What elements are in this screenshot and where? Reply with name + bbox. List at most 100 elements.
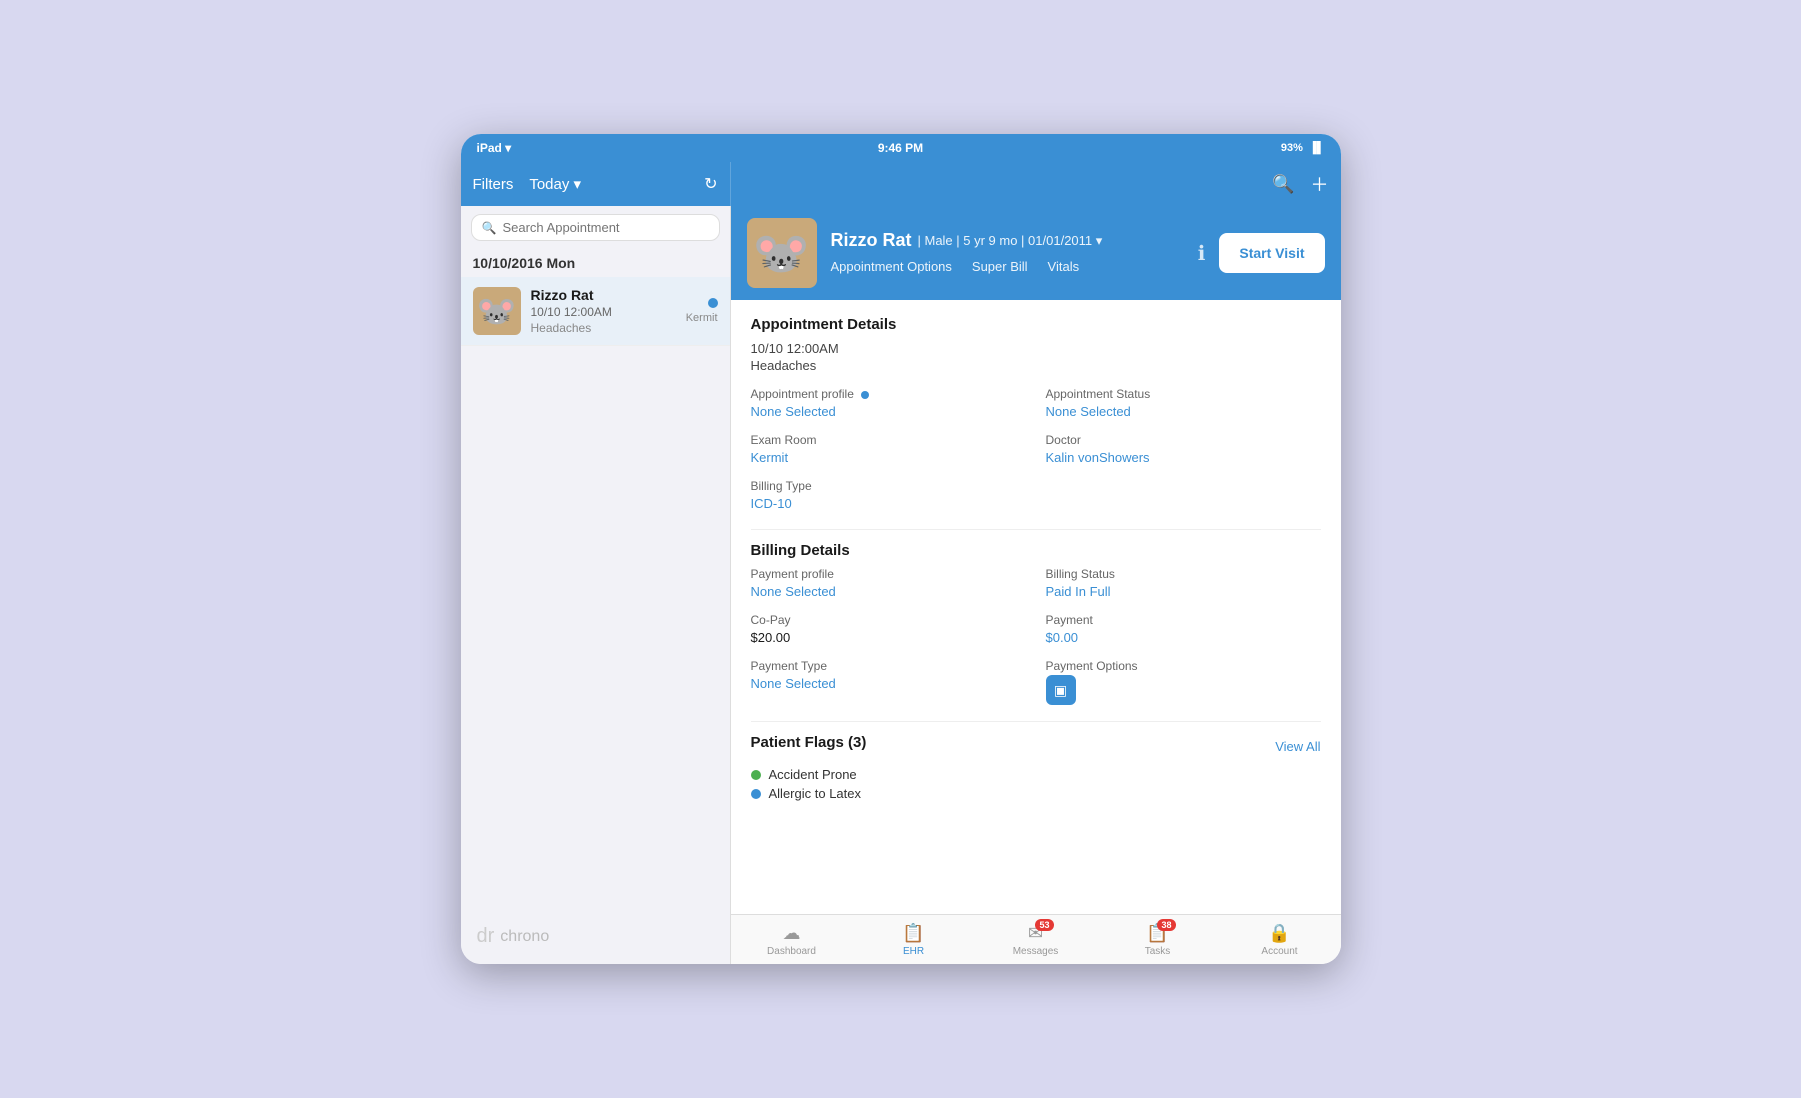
tab-vitals[interactable]: Vitals [1048, 259, 1080, 276]
billing-details-title: Billing Details [751, 542, 1321, 559]
search-icon: 🔍 [482, 221, 497, 235]
appointment-time: 10/10 12:00AM [531, 305, 676, 319]
logo-chrono-text: chrono [500, 928, 549, 946]
battery-icon: 93% [1281, 142, 1303, 154]
patient-header: 🐭 Rizzo Rat | Male | 5 yr 9 mo | 01/01/2… [731, 206, 1341, 300]
field-exam-room-label: Exam Room [751, 433, 1026, 447]
notification-dot [708, 298, 718, 308]
field-payment-label: Payment [1046, 613, 1321, 627]
tab-super-bill[interactable]: Super Bill [972, 259, 1028, 276]
sidebar: 🔍 10/10/2016 Mon 🐭 Rizzo Rat 10/10 12:00… [461, 206, 731, 964]
patient-details: | Male | 5 yr 9 mo | 01/01/2011 ▾ [918, 233, 1103, 249]
flag-latex-label: Allergic to Latex [769, 786, 862, 801]
flag-item-accident: Accident Prone [751, 767, 1321, 782]
ehr-label: EHR [903, 946, 924, 957]
field-doctor-value[interactable]: Kalin vonShowers [1046, 450, 1150, 465]
appointment-name: Rizzo Rat [531, 287, 676, 303]
billing-details-section: Billing Details Payment profile None Sel… [751, 542, 1321, 705]
start-visit-button[interactable]: Start Visit [1219, 233, 1324, 273]
field-appointment-profile: Appointment profile None Selected [751, 387, 1026, 421]
patient-name: Rizzo Rat [831, 230, 912, 251]
field-billing-status: Billing Status Paid In Full [1046, 567, 1321, 601]
view-all-link[interactable]: View All [1275, 739, 1320, 754]
battery-bar: ▐▌ [1309, 142, 1325, 154]
field-copay-label: Co-Pay [751, 613, 1026, 627]
appointment-list: 🐭 Rizzo Rat 10/10 12:00AM Headaches Kerm… [461, 277, 730, 909]
ehr-icon: 📋 [902, 923, 924, 944]
header-bar: Filters Today ▾ ↻ 🔍 ＋ [461, 162, 1341, 206]
patient-nav-tabs: Appointment Options Super Bill Vitals [831, 259, 1176, 276]
field-payment-value[interactable]: $0.00 [1046, 630, 1079, 645]
patient-flags-count: (3) [848, 734, 866, 751]
flag-dot-green [751, 770, 761, 780]
field-payment-type-value[interactable]: None Selected [751, 676, 836, 691]
field-payment: Payment $0.00 [1046, 613, 1321, 647]
logo-dr-text: dr [477, 925, 495, 948]
field-doctor: Doctor Kalin vonShowers [1046, 433, 1321, 467]
status-left: iPad ▾ [477, 141, 512, 155]
field-appointment-profile-value[interactable]: None Selected [751, 404, 836, 419]
field-payment-profile: Payment profile None Selected [751, 567, 1026, 601]
field-copay: Co-Pay $20.00 [751, 613, 1026, 647]
tab-appointment-options[interactable]: Appointment Options [831, 259, 952, 276]
field-appointment-profile-label: Appointment profile [751, 387, 1026, 401]
field-copay-value: $20.00 [751, 630, 791, 645]
status-right: 93% ▐▌ [1281, 142, 1325, 154]
field-appointment-status-value[interactable]: None Selected [1046, 404, 1131, 419]
refresh-icon[interactable]: ↻ [704, 174, 717, 194]
filters-button[interactable]: Filters [473, 176, 514, 193]
ipad-frame: iPad ▾ 9:46 PM 93% ▐▌ Filters Today ▾ ↻ … [461, 134, 1341, 964]
status-bar: iPad ▾ 9:46 PM 93% ▐▌ [461, 134, 1341, 162]
appointment-fields-grid: Appointment profile None Selected Appoin… [751, 387, 1321, 513]
rat-avatar-large: 🐭 [747, 218, 817, 288]
messages-label: Messages [1013, 946, 1059, 957]
info-icon[interactable]: ℹ [1198, 241, 1206, 266]
drchrono-logo: dr chrono [461, 909, 730, 964]
field-payment-type: Payment Type None Selected [751, 659, 1026, 705]
rat-avatar-small: 🐭 [473, 287, 521, 335]
search-input[interactable] [502, 220, 708, 235]
nav-tasks[interactable]: 38 📋 Tasks [1097, 915, 1219, 964]
flag-dot-blue [751, 789, 761, 799]
add-icon-button[interactable]: ＋ [1311, 171, 1329, 197]
tasks-badge: 38 [1157, 919, 1175, 931]
nav-dashboard[interactable]: ☁ Dashboard [731, 915, 853, 964]
nav-ehr[interactable]: 📋 EHR [853, 915, 975, 964]
patient-flags-header: Patient Flags (3) View All [751, 734, 1321, 759]
appointment-info: Rizzo Rat 10/10 12:00AM Headaches [531, 287, 676, 335]
section-divider [751, 529, 1321, 530]
messages-badge: 53 [1035, 919, 1053, 931]
nav-messages[interactable]: 53 ✉ Messages [975, 915, 1097, 964]
header-left: Filters Today ▾ ↻ [461, 162, 731, 206]
flag-accident-label: Accident Prone [769, 767, 857, 782]
header-right: 🔍 ＋ [731, 162, 1341, 206]
detail-content: Appointment Details 10/10 12:00AM Headac… [731, 300, 1341, 914]
field-payment-profile-value[interactable]: None Selected [751, 584, 836, 599]
field-billing-type-value[interactable]: ICD-10 [751, 496, 792, 511]
patient-info-header: Rizzo Rat | Male | 5 yr 9 mo | 01/01/201… [831, 230, 1176, 276]
payment-options-icon[interactable]: ▣ [1046, 675, 1076, 705]
field-exam-room-value[interactable]: Kermit [751, 450, 789, 465]
appointment-chief-complaint: Headaches [751, 358, 1321, 373]
detail-panel: 🐭 Rizzo Rat | Male | 5 yr 9 mo | 01/01/2… [731, 206, 1341, 964]
nav-account[interactable]: 🔒 Account [1219, 915, 1341, 964]
field-billing-type-label: Billing Type [751, 479, 1026, 493]
search-icon-button[interactable]: 🔍 [1272, 174, 1294, 195]
status-time: 9:46 PM [878, 141, 923, 155]
dashboard-icon: ☁ [783, 923, 801, 944]
appointment-reason: Headaches [531, 321, 676, 335]
billing-divider [751, 721, 1321, 722]
main-content: 🔍 10/10/2016 Mon 🐭 Rizzo Rat 10/10 12:00… [461, 206, 1341, 964]
field-billing-status-value[interactable]: Paid In Full [1046, 584, 1111, 599]
date-header: 10/10/2016 Mon [461, 249, 730, 277]
billing-fields-grid: Payment profile None Selected Billing St… [751, 567, 1321, 705]
field-billing-status-label: Billing Status [1046, 567, 1321, 581]
account-label: Account [1261, 946, 1297, 957]
patient-avatar-large: 🐭 [747, 218, 817, 288]
today-button[interactable]: Today ▾ [529, 175, 581, 193]
patient-name-row: Rizzo Rat | Male | 5 yr 9 mo | 01/01/201… [831, 230, 1176, 251]
appointment-avatar: 🐭 [473, 287, 521, 335]
tasks-label: Tasks [1145, 946, 1171, 957]
appointment-item[interactable]: 🐭 Rizzo Rat 10/10 12:00AM Headaches Kerm… [461, 277, 730, 346]
field-payment-options: Payment Options ▣ [1046, 659, 1321, 705]
